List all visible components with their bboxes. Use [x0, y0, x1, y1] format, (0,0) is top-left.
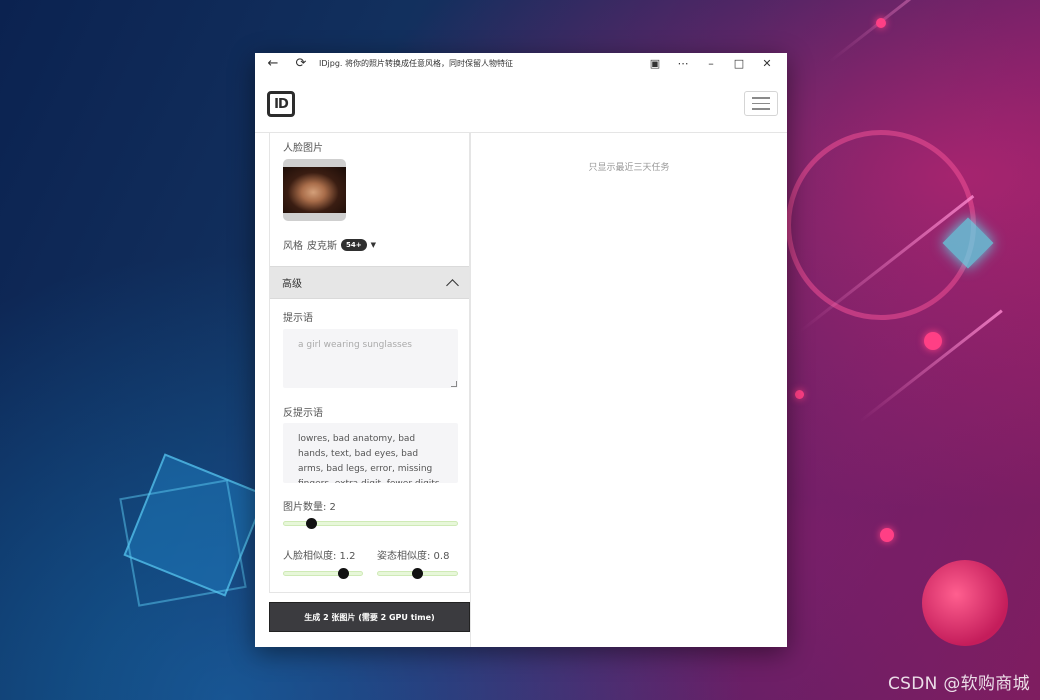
decorative-diamond-outline	[119, 479, 247, 607]
decorative-diamond	[123, 453, 267, 597]
hamburger-line	[752, 102, 770, 105]
site-logo[interactable]: ID	[267, 91, 295, 117]
decorative-gem	[942, 217, 994, 269]
face-similarity-slider[interactable]	[283, 568, 363, 579]
cast-icon[interactable]: ▣	[645, 54, 665, 74]
csdn-watermark: CSDN @软购商城	[888, 674, 1030, 694]
light-streak	[799, 194, 975, 333]
face-similarity-label: 人脸相似度: 1.2	[283, 551, 356, 562]
hamburger-line	[752, 97, 770, 99]
hamburger-line	[752, 108, 770, 110]
prompt-input[interactable]: a girl wearing sunglasses	[283, 329, 458, 388]
resize-handle-icon[interactable]	[451, 381, 457, 387]
slider-handle[interactable]	[306, 518, 317, 529]
decorative-orb	[922, 560, 1008, 646]
light-dot	[876, 18, 886, 28]
prompt-label: 提示语	[283, 313, 313, 324]
image-count-slider[interactable]	[283, 518, 458, 529]
light-streak	[859, 309, 1003, 423]
style-selector[interactable]: 风格 皮克斯 54+ ▼	[283, 237, 376, 252]
maximize-icon[interactable]: □	[729, 54, 749, 74]
advanced-section-toggle[interactable]: 高级	[270, 266, 469, 299]
settings-panel: 人脸图片 风格 皮克斯 54+ ▼ 高级 提示语 a girl wearing …	[269, 133, 470, 593]
app-window: ← ⟳ IDjpg. 将你的照片转换成任意风格，同时保留人物特征 ▣ ⋯ – □…	[255, 53, 787, 647]
decorative-ring	[786, 130, 976, 320]
main-content: 人脸图片 风格 皮克斯 54+ ▼ 高级 提示语 a girl wearing …	[255, 133, 787, 647]
back-arrow-icon[interactable]: ←	[263, 54, 283, 74]
slider-handle[interactable]	[412, 568, 423, 579]
title-bar: ← ⟳ IDjpg. 将你的照片转换成任意风格，同时保留人物特征 ▣ ⋯ – □…	[255, 53, 787, 74]
slider-handle[interactable]	[338, 568, 349, 579]
image-count-label: 图片数量: 2	[283, 502, 336, 513]
minimize-icon[interactable]: –	[701, 54, 721, 74]
more-options-icon[interactable]: ⋯	[673, 54, 693, 74]
light-dot	[795, 390, 804, 399]
tasks-panel: 只显示最近三天任务	[470, 133, 787, 647]
face-image-label: 人脸图片	[283, 143, 323, 154]
chevron-up-icon	[446, 278, 459, 292]
light-streak	[829, 0, 989, 63]
window-title: IDjpg. 将你的照片转换成任意风格，同时保留人物特征	[319, 59, 513, 68]
style-count-badge: 54+	[341, 238, 367, 251]
pose-similarity-label: 姿态相似度: 0.8	[377, 551, 450, 562]
face-image-thumbnail[interactable]	[283, 159, 346, 221]
caret-down-icon: ▼	[370, 240, 376, 249]
prompt-placeholder: a girl wearing sunglasses	[298, 340, 412, 350]
light-dot	[924, 332, 942, 350]
refresh-icon[interactable]: ⟳	[291, 54, 311, 74]
generate-button[interactable]: 生成 2 张图片 (需要 2 GPU time)	[269, 602, 470, 632]
negative-prompt-input[interactable]: lowres, bad anatomy, bad hands, text, ba…	[283, 423, 458, 483]
face-photo	[283, 167, 346, 213]
menu-toggle-button[interactable]	[744, 91, 778, 116]
close-icon[interactable]: ✕	[757, 54, 777, 74]
light-dot	[880, 528, 894, 542]
window-controls: ▣ ⋯ – □ ✕	[645, 54, 777, 74]
site-navbar: ID	[255, 74, 787, 133]
style-value: 皮克斯	[307, 241, 337, 252]
advanced-header-label: 高级	[282, 279, 302, 290]
style-label: 风格	[283, 241, 303, 252]
task-notice: 只显示最近三天任务	[588, 163, 670, 173]
pose-similarity-slider[interactable]	[377, 568, 458, 579]
negative-prompt-label: 反提示语	[283, 408, 323, 419]
